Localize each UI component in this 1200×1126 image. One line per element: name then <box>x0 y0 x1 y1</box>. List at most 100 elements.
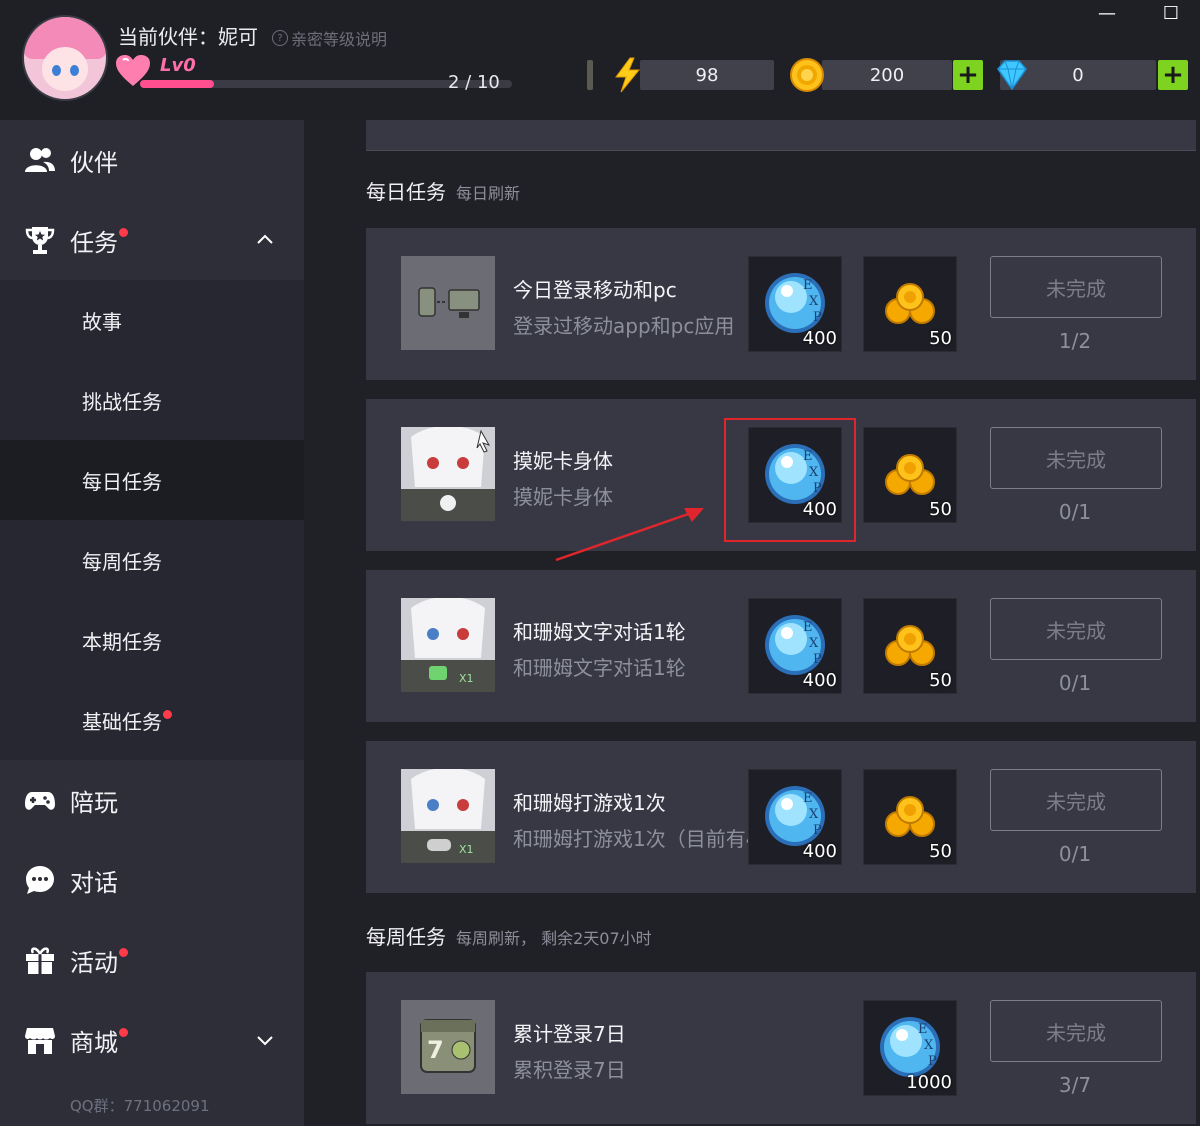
sidebar-subitem-daily[interactable]: 每日任务 <box>0 440 304 520</box>
sidebar-subitem-challenge[interactable]: 挑战任务 <box>0 360 304 440</box>
section-subtitle: 每日刷新 <box>456 184 521 203</box>
add-coins-button[interactable]: + <box>953 60 983 90</box>
task-description: 和珊姆文字对话1轮 <box>513 656 686 680</box>
svg-text:X1: X1 <box>459 672 474 685</box>
sidebar-subitem-label: 故事 <box>82 310 122 334</box>
level-label: Lv0 <box>160 55 196 76</box>
svg-text:X: X <box>809 294 819 309</box>
sidebar-subitem-weekly[interactable]: 每周任务 <box>0 520 304 600</box>
sidebar-subitem-season[interactable]: 本期任务 <box>0 600 304 680</box>
task-thumbnail: X1 <box>401 598 495 692</box>
task-status-button[interactable]: 未完成 <box>990 1000 1162 1062</box>
task-title: 和珊姆文字对话1轮 <box>513 620 686 644</box>
sidebar-item-label: 伙伴 <box>70 148 118 177</box>
task-title: 今日登录移动和pc <box>513 278 677 302</box>
task-status-button[interactable]: 未完成 <box>990 256 1162 318</box>
exp-reward: EXP 400 <box>748 598 842 694</box>
exp-reward: EXP 400 <box>748 769 842 865</box>
chevron-up-icon[interactable] <box>256 231 274 249</box>
lightning-icon <box>615 57 641 93</box>
coin-reward: 50 <box>863 256 957 352</box>
svg-text:E: E <box>803 620 813 635</box>
task-progress: 0/1 <box>1058 671 1092 695</box>
svg-text:E: E <box>918 1022 928 1037</box>
previous-card-edge <box>366 120 1196 151</box>
svg-text:X: X <box>924 1038 934 1053</box>
sidebar-item-label: 陪玩 <box>70 788 118 817</box>
add-diamonds-button[interactable]: + <box>1158 60 1188 90</box>
coin-icon <box>790 58 824 92</box>
sidebar-item-events[interactable]: 活动 <box>0 920 304 1000</box>
notification-dot <box>119 227 128 237</box>
task-description: 登录过移动app和pc应用 <box>513 314 735 338</box>
exp-amount: 1000 <box>906 1072 952 1093</box>
svg-text:7: 7 <box>427 1036 444 1064</box>
exp-amount: 400 <box>802 328 837 349</box>
task-title: 累计登录7日 <box>513 1022 626 1046</box>
task-progress: 3/7 <box>1058 1073 1092 1097</box>
coin-amount: 50 <box>929 328 952 349</box>
red-arrow-annotation <box>555 508 704 562</box>
highlight-box-annotation <box>724 418 856 542</box>
task-card: 今日登录移动和pc 登录过移动app和pc应用 EXP 400 50 未完成 1… <box>366 228 1196 380</box>
chat-character-icon: X1 <box>401 598 495 692</box>
svg-text:E: E <box>803 278 813 293</box>
sidebar: 伙伴 任务 故事 挑战任务 每日任务 每周任务 本期任务 基础任务 陪玩 对话 <box>0 120 304 1126</box>
chevron-down-icon[interactable] <box>256 1031 274 1049</box>
chat-icon <box>26 866 54 894</box>
sidebar-item-label: 对话 <box>70 868 118 897</box>
gift-icon <box>26 947 54 974</box>
coin-amount: 50 <box>929 499 952 520</box>
sidebar-item-play[interactable]: 陪玩 <box>0 760 304 840</box>
task-status-button[interactable]: 未完成 <box>990 427 1162 489</box>
sidebar-subitem-story[interactable]: 故事 <box>0 280 304 360</box>
task-title: 摸妮卡身体 <box>513 449 613 473</box>
sidebar-item-chat[interactable]: 对话 <box>0 840 304 920</box>
sidebar-item-shop[interactable]: 商城 <box>0 1000 304 1080</box>
svg-text:X: X <box>809 807 819 822</box>
svg-text:X1: X1 <box>459 843 474 856</box>
sidebar-item-partner[interactable]: 伙伴 <box>0 120 304 200</box>
maximize-button[interactable]: ☐ <box>1158 2 1184 24</box>
daily-section-header: 每日任务 每日刷新 <box>366 176 520 205</box>
coin-amount: 50 <box>929 841 952 862</box>
gamepad-icon <box>25 792 55 810</box>
sidebar-subitem-basic[interactable]: 基础任务 <box>0 680 304 760</box>
task-description: 累积登录7日 <box>513 1058 626 1082</box>
energy-counter: 98 <box>640 60 774 90</box>
notification-dot <box>119 1027 128 1037</box>
sidebar-item-label: 活动 <box>70 943 128 978</box>
calendar-icon: 7 <box>420 1019 476 1073</box>
sidebar-subitem-label: 基础任务 <box>82 706 172 735</box>
minimize-button[interactable]: — <box>1094 2 1120 24</box>
task-title: 和珊姆打游戏1次 <box>513 791 666 815</box>
top-bar: 当前伙伴：妮可 ? 亲密等级说明 Lv0 2 / 10 98 200 + 0 +… <box>0 0 1200 120</box>
svg-text:P: P <box>813 652 822 667</box>
task-status-button[interactable]: 未完成 <box>990 769 1162 831</box>
question-icon: ? <box>272 30 288 46</box>
partner-icon <box>25 148 55 172</box>
notification-dot <box>119 947 128 957</box>
diamond-icon <box>997 60 1027 91</box>
sidebar-item-label: 任务 <box>70 223 128 258</box>
svg-text:X: X <box>809 636 819 651</box>
exp-amount: 400 <box>802 841 837 862</box>
exp-reward: EXP 1000 <box>863 1000 957 1096</box>
sidebar-subitem-label: 本期任务 <box>82 630 162 654</box>
task-progress: 0/1 <box>1058 500 1092 524</box>
intimacy-help-link[interactable]: ? 亲密等级说明 <box>272 26 387 50</box>
weekly-section-header: 每周任务 每周刷新， 剩余2天07小时 <box>366 921 652 950</box>
svg-text:E: E <box>803 791 813 806</box>
coin-counter: 200 <box>822 60 952 90</box>
section-subtitle: 每周刷新， 剩余2天07小时 <box>456 929 652 948</box>
exp-reward: EXP 400 <box>748 256 842 352</box>
trophy-icon <box>25 227 55 254</box>
qq-group-text: QQ群：771062091 <box>70 1097 210 1115</box>
task-status-button[interactable]: 未完成 <box>990 598 1162 660</box>
game-character-icon: X1 <box>401 769 495 863</box>
svg-text:P: P <box>813 823 822 838</box>
task-progress: 0/1 <box>1058 842 1092 866</box>
coin-amount: 50 <box>929 670 952 691</box>
sidebar-item-tasks[interactable]: 任务 <box>0 200 304 280</box>
partner-avatar[interactable] <box>22 15 108 101</box>
